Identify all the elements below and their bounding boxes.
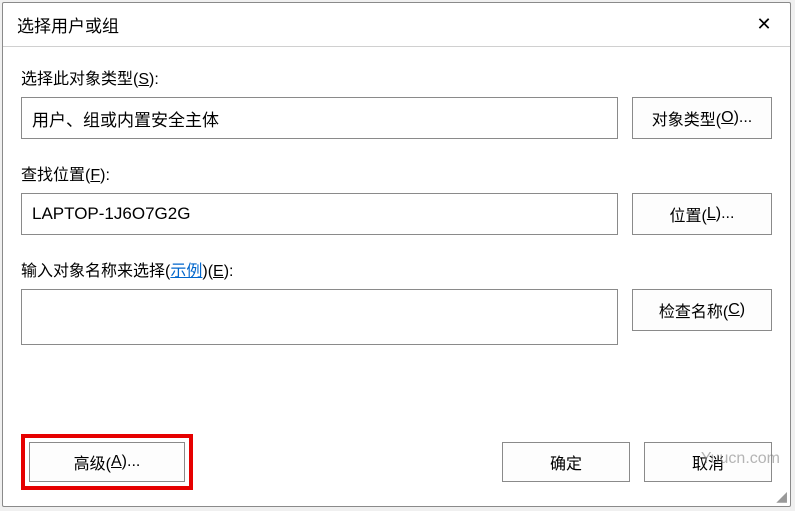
- names-label-mid: )(: [202, 263, 213, 280]
- examples-link[interactable]: 示例: [170, 263, 202, 280]
- object-type-row: 用户、组或内置安全主体 对象类型(O)...: [21, 97, 772, 139]
- names-label: 输入对象名称来选择(示例)(E):: [21, 257, 772, 281]
- check-names-suffix: ): [740, 301, 745, 319]
- locations-button[interactable]: 位置(L)...: [632, 193, 772, 235]
- names-mnemonic: E: [213, 263, 224, 280]
- object-types-button-mnemonic: O: [721, 109, 733, 127]
- object-type-label: 选择此对象类型(S):: [21, 65, 772, 89]
- location-label-prefix: 查找位置(: [21, 167, 90, 184]
- object-types-button-suffix: )...: [734, 109, 753, 127]
- names-label-suffix: ):: [224, 263, 234, 280]
- locations-button-suffix: )...: [716, 205, 735, 223]
- object-type-mnemonic: S: [138, 71, 149, 88]
- locations-button-mnemonic: L: [707, 205, 716, 223]
- location-label-suffix: ):: [100, 167, 110, 184]
- locations-button-prefix: 位置(: [670, 202, 707, 226]
- advanced-button[interactable]: 高级(A)...: [29, 442, 185, 482]
- location-field: LAPTOP-1J6O7G2G: [21, 193, 618, 235]
- location-row: LAPTOP-1J6O7G2G 位置(L)...: [21, 193, 772, 235]
- dialog-content: 选择此对象类型(S): 用户、组或内置安全主体 对象类型(O)... 查找位置(…: [3, 47, 790, 345]
- resize-grip-icon[interactable]: ◢: [773, 489, 787, 503]
- object-types-button[interactable]: 对象类型(O)...: [632, 97, 772, 139]
- location-value: LAPTOP-1J6O7G2G: [32, 204, 190, 224]
- cancel-button[interactable]: 取消: [644, 442, 772, 482]
- advanced-button-suffix: )...: [122, 453, 141, 471]
- check-names-button[interactable]: 检查名称(C): [632, 289, 772, 331]
- close-icon: ✕: [756, 14, 771, 35]
- object-names-input[interactable]: [21, 289, 618, 345]
- check-names-prefix: 检查名称(: [659, 298, 728, 322]
- names-label-prefix: 输入对象名称来选择(: [21, 263, 170, 280]
- check-names-mnemonic: C: [728, 301, 740, 319]
- dialog-title: 选择用户或组: [17, 12, 119, 37]
- location-mnemonic: F: [90, 167, 100, 184]
- object-type-label-suffix: ):: [149, 71, 159, 88]
- object-type-label-prefix: 选择此对象类型(: [21, 71, 138, 88]
- advanced-button-mnemonic: A: [111, 453, 122, 471]
- location-label: 查找位置(F):: [21, 161, 772, 185]
- titlebar: 选择用户或组 ✕: [3, 3, 790, 47]
- ok-button[interactable]: 确定: [502, 442, 630, 482]
- object-type-value: 用户、组或内置安全主体: [32, 106, 219, 131]
- object-types-button-prefix: 对象类型(: [652, 106, 721, 130]
- close-button[interactable]: ✕: [738, 3, 790, 47]
- advanced-button-prefix: 高级(: [74, 450, 111, 474]
- names-row: 检查名称(C): [21, 289, 772, 345]
- object-type-field: 用户、组或内置安全主体: [21, 97, 618, 139]
- bottom-button-row: 高级(A)... 确定 取消: [21, 434, 772, 490]
- select-user-or-group-dialog: 选择用户或组 ✕ 选择此对象类型(S): 用户、组或内置安全主体 对象类型(O)…: [2, 2, 791, 507]
- advanced-highlight-box: 高级(A)...: [21, 434, 193, 490]
